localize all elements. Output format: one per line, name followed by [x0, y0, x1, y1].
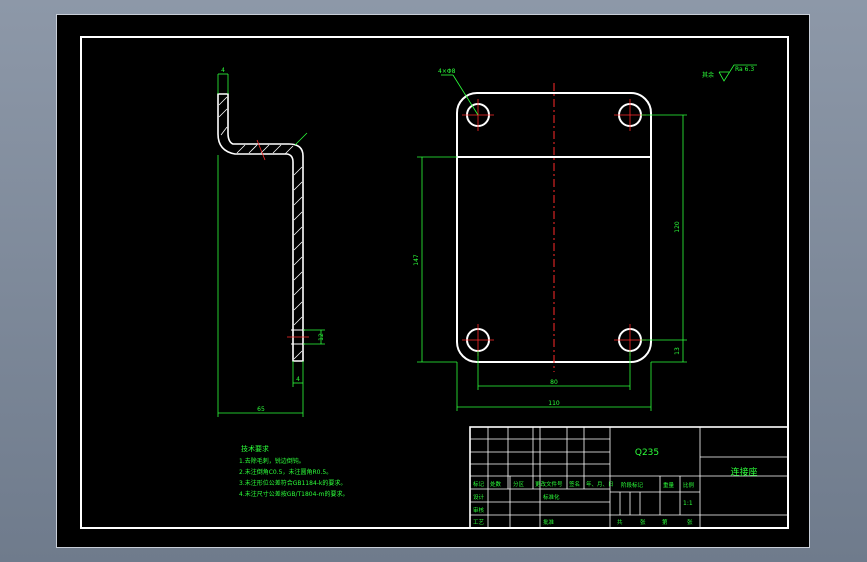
part-name: 连接座	[730, 466, 757, 478]
tb-sheets: 张	[687, 518, 693, 526]
tb-approve: 批准	[543, 518, 555, 526]
dim-thickness: 4	[221, 67, 225, 74]
tb-design: 设计	[473, 493, 485, 501]
tb-header: 年、月、日	[586, 480, 614, 488]
tb-ratio: 比例	[683, 481, 695, 489]
tb-header: 签名	[569, 480, 580, 488]
tb-stage-mark: 阶段标记	[621, 481, 644, 489]
dim-overall-height: 147	[413, 254, 420, 266]
tb-header: 分区	[513, 480, 525, 488]
tb-sheets: 第	[662, 518, 668, 526]
tb-header: 更改文件号	[535, 480, 563, 488]
tb-sheets: 共	[617, 518, 623, 526]
tech-requirements: 技术要求 1.去除毛刺，锐边倒钝。 2.未注倒角C0.5，未注圆角R0.5。 3…	[239, 444, 348, 498]
drawing-sheet: 4 65 12 4 4×Φ8 80 110 147 120 13 其余 Ra 6…	[56, 14, 810, 548]
dim-hole-spacing-x: 80	[550, 379, 558, 386]
cad-drawing: 4 65 12 4 4×Φ8 80 110 147 120 13 其余 Ra 6…	[80, 36, 789, 529]
title-block: Q235 连接座 标记 处数 分区 更改文件号 签名 年、月、日 设计 标准化 …	[469, 426, 789, 529]
tech-title: 技术要求	[241, 444, 269, 453]
dim-hole-label: 4×Φ8	[438, 68, 456, 75]
dim-edge-offset: 13	[674, 347, 681, 355]
tb-process: 工艺	[473, 519, 485, 526]
dim-side-bottom: 4	[296, 376, 300, 383]
roughness-value: Ra 6.3	[735, 66, 754, 73]
front-view: 4×Φ8 80 110 147 120 13	[413, 68, 687, 411]
material: Q235	[635, 448, 659, 458]
tb-standard: 标准化	[543, 493, 560, 501]
tb-sheets: 张	[640, 518, 646, 526]
roughness-symbol: 其余 Ra 6.3	[702, 64, 757, 82]
tb-scale: 1:1	[683, 500, 693, 507]
tech-item: 3.未注形位公差符合GB1184-k的要求。	[239, 479, 346, 487]
tech-item: 2.未注倒角C0.5，未注圆角R0.5。	[239, 468, 332, 476]
dim-hole-spacing-y: 120	[674, 221, 681, 233]
drawing-frame	[80, 36, 789, 529]
side-view: 4 65 12 4	[217, 67, 325, 417]
dim-overall-width: 110	[548, 400, 560, 407]
tb-header: 标记	[473, 480, 485, 488]
tb-review: 审核	[473, 506, 485, 514]
tech-item: 1.去除毛刺，锐边倒钝。	[239, 457, 305, 465]
dim-side-width: 65	[257, 406, 265, 413]
tb-weight: 重量	[663, 481, 675, 489]
tech-item: 4.未注尺寸公差按GB/T1804-m的要求。	[239, 490, 348, 498]
tb-header: 处数	[490, 480, 502, 488]
roughness-prefix: 其余	[702, 71, 714, 79]
dim-side-hole: 12	[318, 333, 325, 341]
